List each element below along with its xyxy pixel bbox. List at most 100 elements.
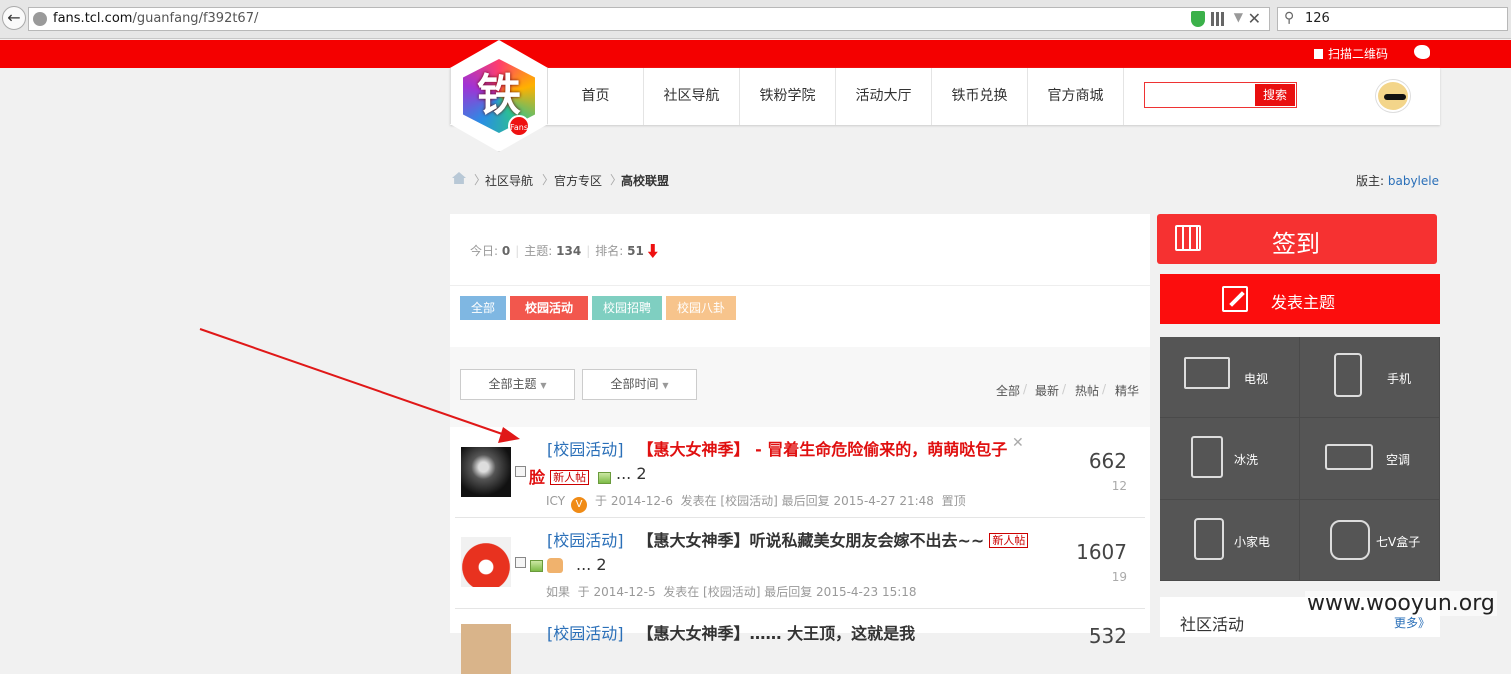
top-red-bar: 扫描二维码: [0, 40, 1511, 68]
thread-title-line1[interactable]: 【惠大女神季】听说私藏美女朋友会嫁不出去~~: [638, 531, 985, 550]
edit-icon: [1222, 286, 1248, 312]
image-attachment-icon: [530, 560, 543, 572]
moderator-name[interactable]: babylele: [1388, 174, 1439, 188]
thread-title-partial[interactable]: 【惠大女神季】…… 大王顶，这就是我: [638, 624, 916, 643]
site-search: 搜索: [1144, 82, 1297, 108]
sign-in-label: 签到: [1272, 230, 1320, 258]
breadcrumb-official-zone[interactable]: 官方专区: [554, 172, 602, 189]
thumbs-up-icon: [547, 558, 564, 573]
scan-qr-link[interactable]: 扫描二维码: [1314, 45, 1388, 62]
sort-newest[interactable]: 最新: [1035, 382, 1059, 399]
thread-title-continued[interactable]: 脸 新人帖: [529, 464, 612, 488]
thread-title[interactable]: [校园活动] 【惠大女神季】听说私藏美女朋友会嫁不出去~~ 新人帖: [547, 527, 1029, 551]
qr-small-icon: [1314, 49, 1323, 59]
product-small-appliance[interactable]: 小家电: [1160, 499, 1300, 581]
new-post-badge: 新人帖: [989, 533, 1029, 548]
product-tv[interactable]: 电视: [1160, 337, 1300, 419]
time-dropdown[interactable]: 全部时间 ▼: [582, 369, 697, 400]
site-search-input[interactable]: [1145, 83, 1255, 107]
product-ac[interactable]: 空调: [1300, 418, 1440, 500]
topics-count: 134: [556, 244, 582, 258]
air-conditioner-icon: [1325, 444, 1373, 471]
browser-toolbar: ← fans.tcl.com/guanfang/f392t67/ ▼ ✕ ⚲ 1…: [0, 0, 1511, 39]
browser-search-value[interactable]: 126: [1305, 11, 1330, 26]
thread-category[interactable]: [校园活动]: [547, 531, 624, 550]
time-dropdown-label: 全部时间: [610, 377, 659, 391]
nav-coin-exchange[interactable]: 铁币兑换: [932, 68, 1028, 125]
browser-search-box[interactable]: ⚲ 126: [1277, 7, 1508, 31]
thread-meta: 如果 于 2014-12-5 发表在 [校园活动] 最后回复 2015-4-23…: [546, 583, 917, 600]
today-label: 今日:: [470, 244, 502, 258]
product-washer[interactable]: 冰洗: [1160, 418, 1300, 500]
back-arrow-icon[interactable]: ←: [2, 6, 26, 30]
logo-badge: Fans: [508, 115, 530, 137]
thread-title[interactable]: [校园活动] 【惠大女神季】…… 大王顶，这就是我: [547, 620, 915, 644]
thread-last-reply: 最后回复 2015-4-23 15:18: [764, 585, 917, 599]
tv-box-icon: [1330, 519, 1370, 560]
close-icon[interactable]: ✕: [1248, 9, 1261, 28]
thread-title-line2[interactable]: 脸: [529, 468, 545, 487]
thread-checkbox[interactable]: [515, 466, 526, 477]
view-count: 19: [1111, 570, 1127, 584]
shield-icon[interactable]: [1191, 11, 1205, 27]
pages-ellipsis: ...: [576, 555, 592, 574]
thread-title[interactable]: [校园活动] 【惠大女神季】 - 冒着生命危险偷来的，萌萌哒包子: [547, 436, 1007, 460]
nav-fan-academy[interactable]: 铁粉学院: [740, 68, 836, 125]
thread-author[interactable]: 如果: [546, 585, 570, 599]
nav-official-store[interactable]: 官方商城: [1028, 68, 1124, 125]
new-post-badge: 新人帖: [550, 470, 590, 485]
sign-in-button[interactable]: 签到: [1157, 214, 1437, 264]
thread-author-avatar[interactable]: [461, 537, 511, 587]
tab-all[interactable]: 全部: [460, 296, 506, 320]
nav-home[interactable]: 首页: [548, 68, 644, 125]
new-topic-button[interactable]: 发表主题: [1160, 274, 1440, 324]
thread-category[interactable]: [校园活动]: [547, 440, 624, 459]
tab-campus-recruit[interactable]: 校园招聘: [592, 296, 662, 320]
page-link[interactable]: 2: [636, 464, 646, 483]
reply-count: 532: [1088, 624, 1127, 648]
user-avatar[interactable]: [1376, 80, 1410, 112]
tab-campus-gossip[interactable]: 校园八卦: [666, 296, 736, 320]
thread-category[interactable]: [校园活动]: [547, 624, 624, 643]
thread-author-avatar[interactable]: [461, 447, 511, 497]
page-link[interactable]: 2: [596, 555, 606, 574]
thread-posted-in: 发表在 [校园活动]: [663, 585, 761, 599]
nav-community-guide[interactable]: 社区导航: [644, 68, 740, 125]
site-search-button[interactable]: 搜索: [1255, 84, 1295, 106]
sort-all[interactable]: 全部: [996, 382, 1020, 399]
globe-icon: [33, 12, 47, 26]
scan-qr-label: 扫描二维码: [1328, 47, 1389, 61]
product-label: 小家电: [1234, 534, 1271, 549]
product-label: 七V盒子: [1376, 534, 1421, 549]
thread-title-line1[interactable]: 【惠大女神季】 - 冒着生命危险偷来的，萌萌哒包子: [638, 440, 1008, 459]
breadcrumb-current: 高校联盟: [621, 174, 670, 188]
breadcrumb-community-guide[interactable]: 社区导航: [485, 172, 533, 189]
thread-author-avatar[interactable]: [461, 624, 511, 674]
tab-campus-activity[interactable]: 校园活动: [510, 296, 588, 320]
community-more-link[interactable]: 更多》: [1394, 614, 1430, 631]
nav-events[interactable]: 活动大厅: [836, 68, 932, 125]
product-tv-box[interactable]: 七V盒子: [1300, 499, 1440, 581]
address-bar[interactable]: fans.tcl.com/guanfang/f392t67/ ▼ ✕: [28, 7, 1270, 31]
thread-checkbox[interactable]: [515, 557, 526, 568]
product-label: 空调: [1386, 453, 1411, 468]
qr-code-icon[interactable]: [1211, 12, 1225, 26]
sort-hot[interactable]: 热帖: [1075, 382, 1099, 399]
forum-stats: 今日: 0 | 主题: 134 | 排名: 51: [470, 242, 658, 259]
weibo-icon[interactable]: [1414, 45, 1430, 59]
close-icon[interactable]: ✕: [1012, 435, 1024, 451]
sort-featured[interactable]: 精华: [1115, 382, 1139, 399]
product-phone[interactable]: 手机: [1300, 337, 1440, 419]
thread-pages: ... 2: [576, 555, 607, 574]
dropdown-arrow-icon[interactable]: ▼: [1234, 10, 1243, 24]
thread-author[interactable]: ICY: [546, 494, 565, 508]
address-text[interactable]: fans.tcl.com/guanfang/f392t67/: [53, 11, 258, 26]
product-label: 手机: [1387, 372, 1412, 386]
home-icon[interactable]: [452, 172, 466, 184]
topics-dropdown-label: 全部主题: [488, 377, 537, 391]
chevron-down-icon: ▼: [540, 381, 547, 390]
topics-label: 主题:: [524, 244, 557, 258]
rank-label: 排名:: [595, 244, 628, 258]
pages-ellipsis: ...: [616, 464, 632, 483]
topics-dropdown[interactable]: 全部主题 ▼: [460, 369, 575, 400]
